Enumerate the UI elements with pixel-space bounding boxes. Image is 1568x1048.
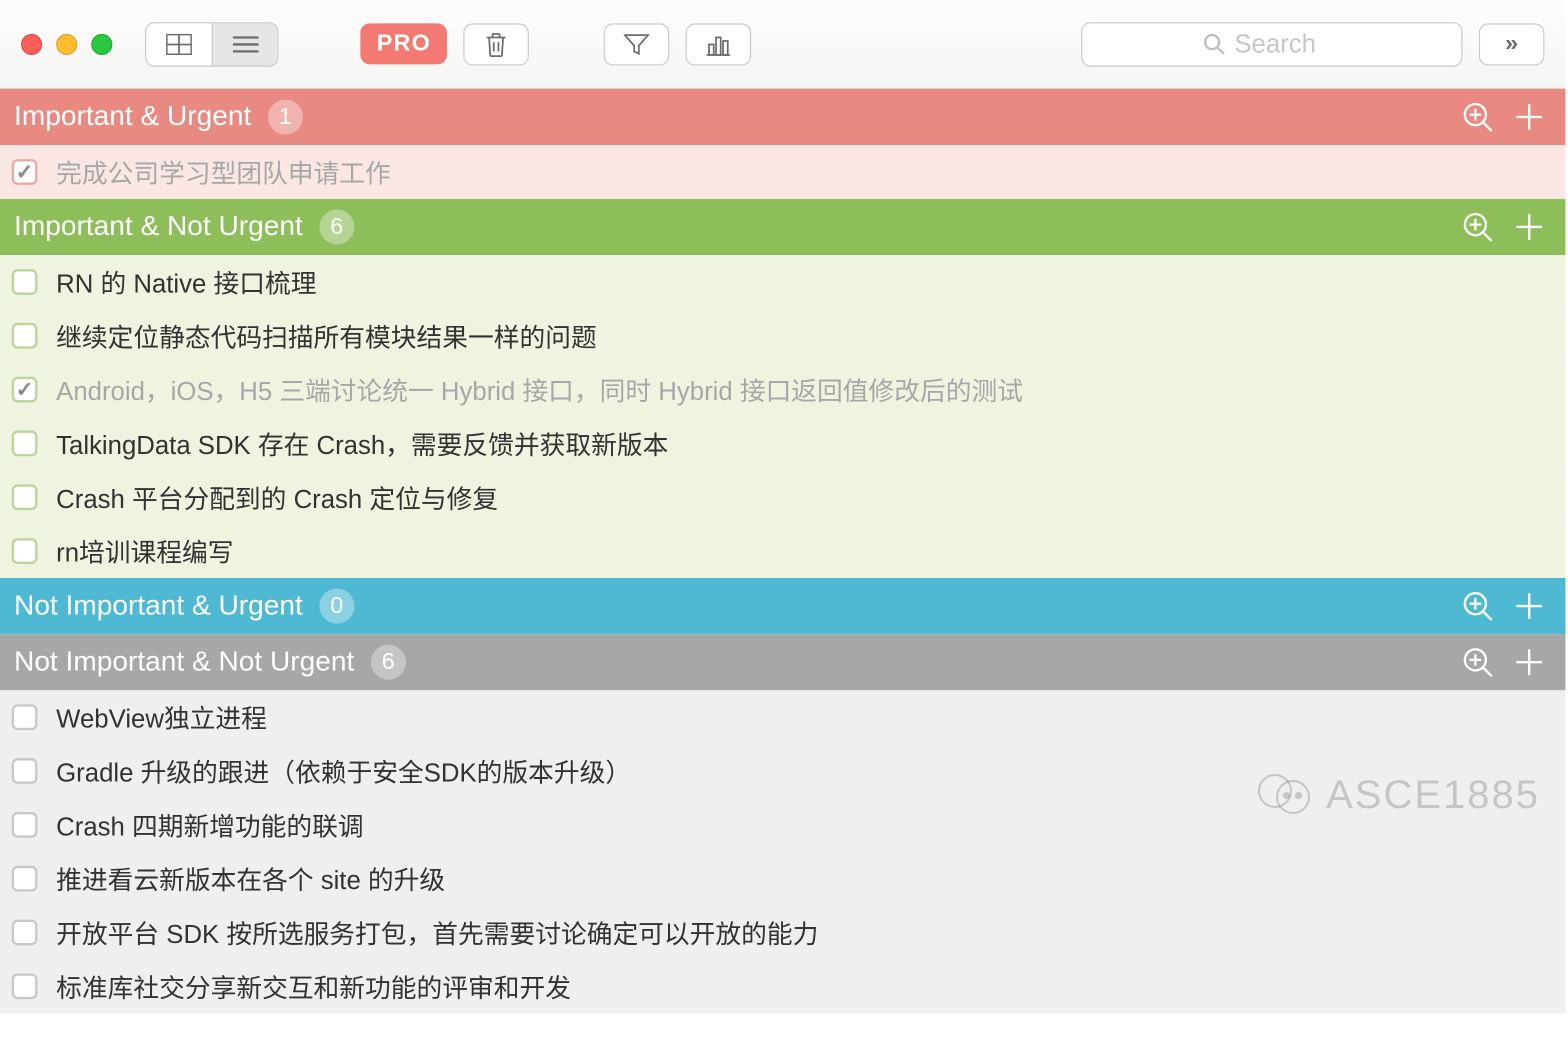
section-title: Not Important & Urgent	[14, 590, 303, 623]
task-checkbox[interactable]	[12, 159, 38, 185]
task-row[interactable]: Gradle 升级的跟进（依赖于安全SDK的版本升级）	[0, 744, 1565, 798]
task-text: 开放平台 SDK 按所选服务打包，首先需要讨论确定可以开放的能力	[56, 914, 818, 951]
task-row[interactable]: TalkingData SDK 存在 Crash，需要反馈并获取新版本	[0, 417, 1565, 471]
zoom-icon[interactable]	[1455, 95, 1499, 139]
task-text: RN 的 Native 接口梳理	[56, 263, 316, 300]
task-text: 完成公司学习型团队申请工作	[56, 153, 391, 190]
task-text: rn培训课程编写	[56, 532, 233, 569]
section-count-badge: 6	[319, 209, 354, 244]
task-text: Crash 四期新增功能的联调	[56, 806, 363, 843]
task-row[interactable]: 开放平台 SDK 按所选服务打包，首先需要讨论确定可以开放的能力	[0, 906, 1565, 960]
section-header[interactable]: Not Important & Not Urgent 6	[0, 634, 1565, 690]
sections-container: Important & Urgent 1 完成公司学习型团队申请工作 Importan…	[0, 89, 1565, 1013]
section-title: Not Important & Not Urgent	[14, 646, 354, 679]
task-text: WebView独立进程	[56, 698, 267, 735]
task-text: TalkingData SDK 存在 Crash，需要反馈并获取新版本	[56, 425, 668, 462]
task-text: Android，iOS，H5 三端讨论统一 Hybrid 接口，同时 Hybri…	[56, 371, 1023, 408]
pro-badge[interactable]: PRO	[360, 23, 447, 64]
task-checkbox[interactable]	[12, 758, 38, 784]
search-icon	[1204, 33, 1225, 54]
task-row[interactable]: WebView独立进程	[0, 690, 1565, 744]
task-checkbox[interactable]	[12, 484, 38, 510]
minimize-window-button[interactable]	[56, 33, 77, 54]
toolbar: PRO »	[0, 0, 1565, 89]
task-row[interactable]: rn培训课程编写	[0, 524, 1565, 578]
task-checkbox[interactable]	[12, 269, 38, 295]
section-count-badge: 6	[371, 645, 406, 680]
section-title: Important & Urgent	[14, 101, 251, 134]
task-text: Crash 平台分配到的 Crash 定位与修复	[56, 479, 498, 516]
grid-view-button[interactable]	[146, 23, 212, 65]
window-controls	[21, 33, 112, 54]
filter-button[interactable]	[604, 23, 670, 65]
view-mode-segment	[145, 22, 278, 66]
task-row[interactable]: Crash 平台分配到的 Crash 定位与修复	[0, 470, 1565, 524]
task-row[interactable]: 标准库社交分享新交互和新功能的评审和开发	[0, 959, 1565, 1013]
task-checkbox[interactable]	[12, 704, 38, 730]
add-task-icon[interactable]	[1507, 640, 1551, 684]
search-field[interactable]	[1081, 22, 1462, 66]
task-text: 标准库社交分享新交互和新功能的评审和开发	[56, 968, 571, 1005]
section-count-badge: 0	[319, 589, 354, 624]
section-header[interactable]: Important & Not Urgent 6	[0, 199, 1565, 255]
add-task-icon[interactable]	[1507, 205, 1551, 249]
section-header[interactable]: Important & Urgent 1	[0, 89, 1565, 145]
zoom-window-button[interactable]	[91, 33, 112, 54]
zoom-icon[interactable]	[1455, 205, 1499, 249]
task-checkbox[interactable]	[12, 812, 38, 838]
task-row[interactable]: 推进看云新版本在各个 site 的升级	[0, 852, 1565, 906]
task-row[interactable]: Android，iOS，H5 三端讨论统一 Hybrid 接口，同时 Hybri…	[0, 363, 1565, 417]
add-task-icon[interactable]	[1507, 95, 1551, 139]
task-text: Gradle 升级的跟进（依赖于安全SDK的版本升级）	[56, 752, 631, 789]
section-count-badge: 1	[268, 99, 303, 134]
task-checkbox[interactable]	[12, 866, 38, 892]
task-row[interactable]: 完成公司学习型团队申请工作	[0, 145, 1565, 199]
more-button[interactable]: »	[1479, 23, 1545, 65]
search-input[interactable]	[1234, 29, 1339, 59]
add-task-icon[interactable]	[1507, 584, 1551, 628]
section-title: Important & Not Urgent	[14, 211, 303, 244]
task-text: 继续定位静态代码扫描所有模块结果一样的问题	[56, 317, 597, 354]
task-row[interactable]: RN 的 Native 接口梳理	[0, 255, 1565, 309]
task-text: 推进看云新版本在各个 site 的升级	[56, 860, 445, 897]
chart-button[interactable]	[686, 23, 752, 65]
task-row[interactable]: 继续定位静态代码扫描所有模块结果一样的问题	[0, 309, 1565, 363]
task-row[interactable]: Crash 四期新增功能的联调	[0, 798, 1565, 852]
zoom-icon[interactable]	[1455, 584, 1499, 628]
task-checkbox[interactable]	[12, 431, 38, 457]
list-view-button[interactable]	[212, 23, 278, 65]
close-window-button[interactable]	[21, 33, 42, 54]
task-checkbox[interactable]	[12, 323, 38, 349]
task-checkbox[interactable]	[12, 377, 38, 403]
section-header[interactable]: Not Important & Urgent 0	[0, 578, 1565, 634]
trash-button[interactable]	[464, 23, 530, 65]
task-checkbox[interactable]	[12, 538, 38, 564]
task-checkbox[interactable]	[12, 973, 38, 999]
zoom-icon[interactable]	[1455, 640, 1499, 684]
task-checkbox[interactable]	[12, 920, 38, 946]
